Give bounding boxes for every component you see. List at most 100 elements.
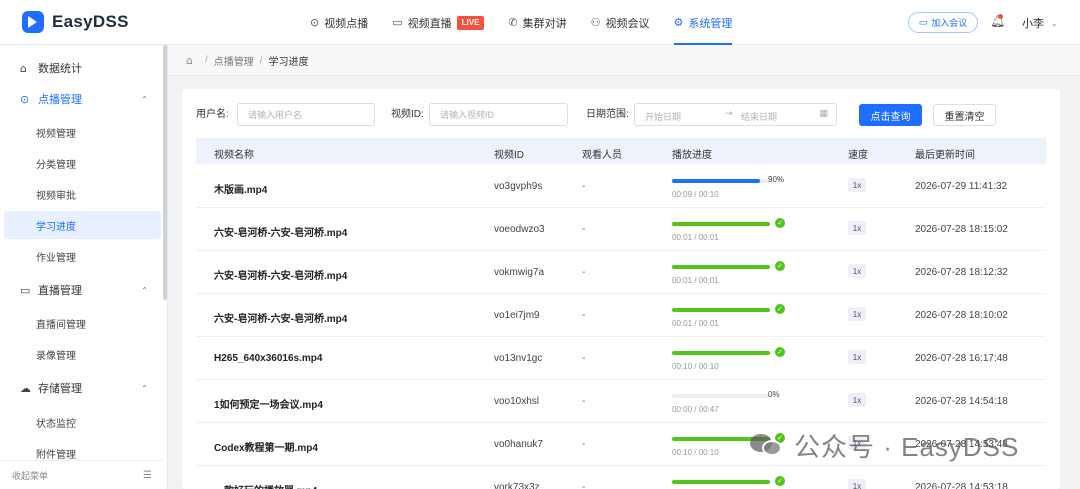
logo-icon [22,11,44,33]
sidebar-scrollbar[interactable] [163,45,167,300]
table-row[interactable]: 一款好玩的播放器.mp4 vork73x3z - ✓ 1x 2026-07-28 14:5… [196,466,1046,489]
sidebar-item-live-room[interactable]: 直播间管理 [4,309,161,337]
progress-fill [672,222,770,226]
progress-cell: ✓ 00:01 / 00:01 [672,217,812,243]
video-id-cell: vo1ei7jm9 [494,310,540,321]
video-id-cell: voeodwzo3 [494,224,545,235]
progress-time: 00:01 / 00:01 [672,276,719,285]
progress-time: 00:01 / 00:01 [672,319,719,328]
progress-time: 00:10 / 00:10 [672,448,719,457]
viewer-cell: - [582,396,586,407]
sidebar-item-video-manage[interactable]: 视频管理 [4,118,161,146]
end-date-placeholder[interactable]: 结束日期 [741,110,777,123]
sidebar-item-learning-progress[interactable]: 学习进度 [4,211,161,239]
table-row[interactable]: 六安-皂河桥-六安-皂河桥.mp4 vokmwig7a - ✓ 00:01 / 00:0… [196,251,1046,294]
start-date-placeholder[interactable]: 开始日期 [645,110,681,123]
top-header: EasyDSS ⊙ 视频点播 ▭ 视频直播 LIVE ✆ 集群对讲 ⚇ 视频会议… [0,0,1080,45]
user-name: 小李 [1022,18,1044,30]
speed-badge: 1x [848,350,866,364]
table-row[interactable]: 六安-皂河桥-六安-皂河桥.mp4 voeodwzo3 - ✓ 00:01 / 00:0… [196,208,1046,251]
sidebar-group-label: 点播管理 [38,94,82,106]
video-name-cell: 1如何预定一场会议.mp4 [214,400,323,411]
progress-track [672,179,770,183]
date-range-label: 日期范围: [586,109,629,120]
topnav-video-vod[interactable]: ⊙ 视频点播 [310,0,368,45]
topnav-cluster-talk[interactable]: ✆ 集群对讲 [508,0,566,45]
topnav-video-live[interactable]: ▭ 视频直播 LIVE [392,0,485,45]
viewer-cell: - [582,181,586,192]
people-icon: ⚇ [590,16,601,29]
sidebar-item-label: 学习进度 [36,221,76,233]
chevron-up-icon: ⌃ [141,383,148,393]
speed-badge: 1x [848,221,866,235]
topnav-video-meeting[interactable]: ⚇ 视频会议 [591,0,650,45]
cloud-icon: ☁ [20,381,31,395]
chevron-up-icon: ⌃ [141,94,148,104]
calendar-icon: ▦ [819,109,828,119]
video-name-cell: Codex教程第一期.mp4 [214,443,318,454]
progress-fill [672,179,760,183]
join-meeting-button[interactable]: ▭ 加入会议 [908,12,978,33]
user-menu[interactable]: 小李 ⌄ [1022,15,1058,31]
table-row[interactable]: 六安-皂河桥-六安-皂河桥.mp4 vo1ei7jm9 - ✓ 00:01 / 00:0… [196,294,1046,337]
updated-time-cell: 2026-07-28 18:10:02 [915,310,1008,321]
progress-time: 00:01 / 00:01 [672,233,719,242]
sidebar-group-data-stats[interactable]: ⌂ 数据统计 [0,55,164,81]
progress-track [672,308,770,312]
sidebar-group-label: 存储管理 [38,383,82,395]
progress-track [672,222,770,226]
join-meeting-label: 加入会议 [931,18,968,28]
table-row[interactable]: H265_640x36016s.mp4 vo13nv1gc - ✓ 00:10 / 00… [196,337,1046,380]
column-header: 观看人员 [582,150,622,161]
sidebar-item-approval[interactable]: 视频审批 [4,180,161,208]
table-row[interactable]: 木版画.mp4 vo3gvph9s - 90% 00:09 / 00:10 1x 2026-… [196,165,1046,208]
sidebar-group-live[interactable]: ▭ 直播管理 ⌃ [0,277,164,303]
progress-percent: 90% [768,175,785,184]
column-header: 最后更新时间 [915,150,975,161]
progress-time: 00:09 / 00:10 [672,190,719,199]
query-button[interactable]: 点击查询 [859,104,922,126]
check-circle-icon: ✓ [775,218,785,228]
date-range-picker[interactable]: 开始日期 → 结束日期 ▦ [634,103,837,126]
updated-time-cell: 2026-07-29 11:41:32 [915,181,1008,192]
sidebar-item-recording[interactable]: 录像管理 [4,340,161,368]
collapse-menu-label: 收起菜单 [12,470,49,481]
sidebar-group-storage[interactable]: ☁ 存储管理 ⌃ [0,375,164,401]
sidebar-item-status-monitor[interactable]: 状态监控 [4,408,161,436]
sidebar-item-label: 视频管理 [36,128,76,140]
arrow-right-icon: → [725,109,733,119]
table-row[interactable]: 1如何预定一场会议.mp4 voo10xhsl - 0% 00:00 / 00:47 1x… [196,380,1046,423]
sidebar-item-label: 分类管理 [36,159,76,171]
sidebar-item-homework[interactable]: 作业管理 [4,242,161,270]
play-circle-icon: ⊙ [310,16,320,29]
sidebar-item-label: 录像管理 [36,350,76,362]
reset-button[interactable]: 重置清空 [933,104,996,126]
speed-badge: 1x [848,479,866,489]
sidebar-item-category[interactable]: 分类管理 [4,149,161,177]
collapse-menu-button[interactable]: 收起菜单 ☰ [0,460,164,489]
username-input[interactable]: 请输入用户名 [237,103,375,126]
breadcrumb-separator: / [259,54,263,66]
sidebar-item-label: 作业管理 [36,252,76,264]
topnav-label: 视频点播 [324,17,369,30]
top-nav: ⊙ 视频点播 ▭ 视频直播 LIVE ✆ 集群对讲 ⚇ 视频会议 ⚙ 系统管理 [310,0,756,45]
column-header: 视频名称 [214,150,254,161]
video-id-label: 视频ID: [391,109,424,120]
viewer-cell: - [582,353,586,364]
viewer-cell: - [582,439,586,450]
column-header: 播放进度 [672,150,712,161]
check-circle-icon: ✓ [775,304,785,314]
topnav-system-admin[interactable]: ⚙ 系统管理 [673,0,732,45]
updated-time-cell: 2026-07-28 18:15:02 [915,224,1008,235]
progress-time: 00:10 / 00:10 [672,362,719,371]
logo-text: EasyDSS [52,12,129,31]
updated-time-cell: 2026-07-28 18:12:32 [915,267,1008,278]
logo[interactable]: EasyDSS [22,10,129,34]
video-id-input[interactable]: 请输入视频ID [429,103,568,126]
home-icon[interactable]: ⌂ [186,54,193,67]
updated-time-cell: 2026-07-28 16:17:48 [915,353,1008,364]
topnav-label: 视频会议 [605,17,650,30]
breadcrumb-item[interactable]: 点播管理 [214,53,254,68]
sidebar-group-vod[interactable]: ⊙ 点播管理 ⌃ [0,86,164,112]
video-id-placeholder: 请输入视频ID [440,110,495,120]
